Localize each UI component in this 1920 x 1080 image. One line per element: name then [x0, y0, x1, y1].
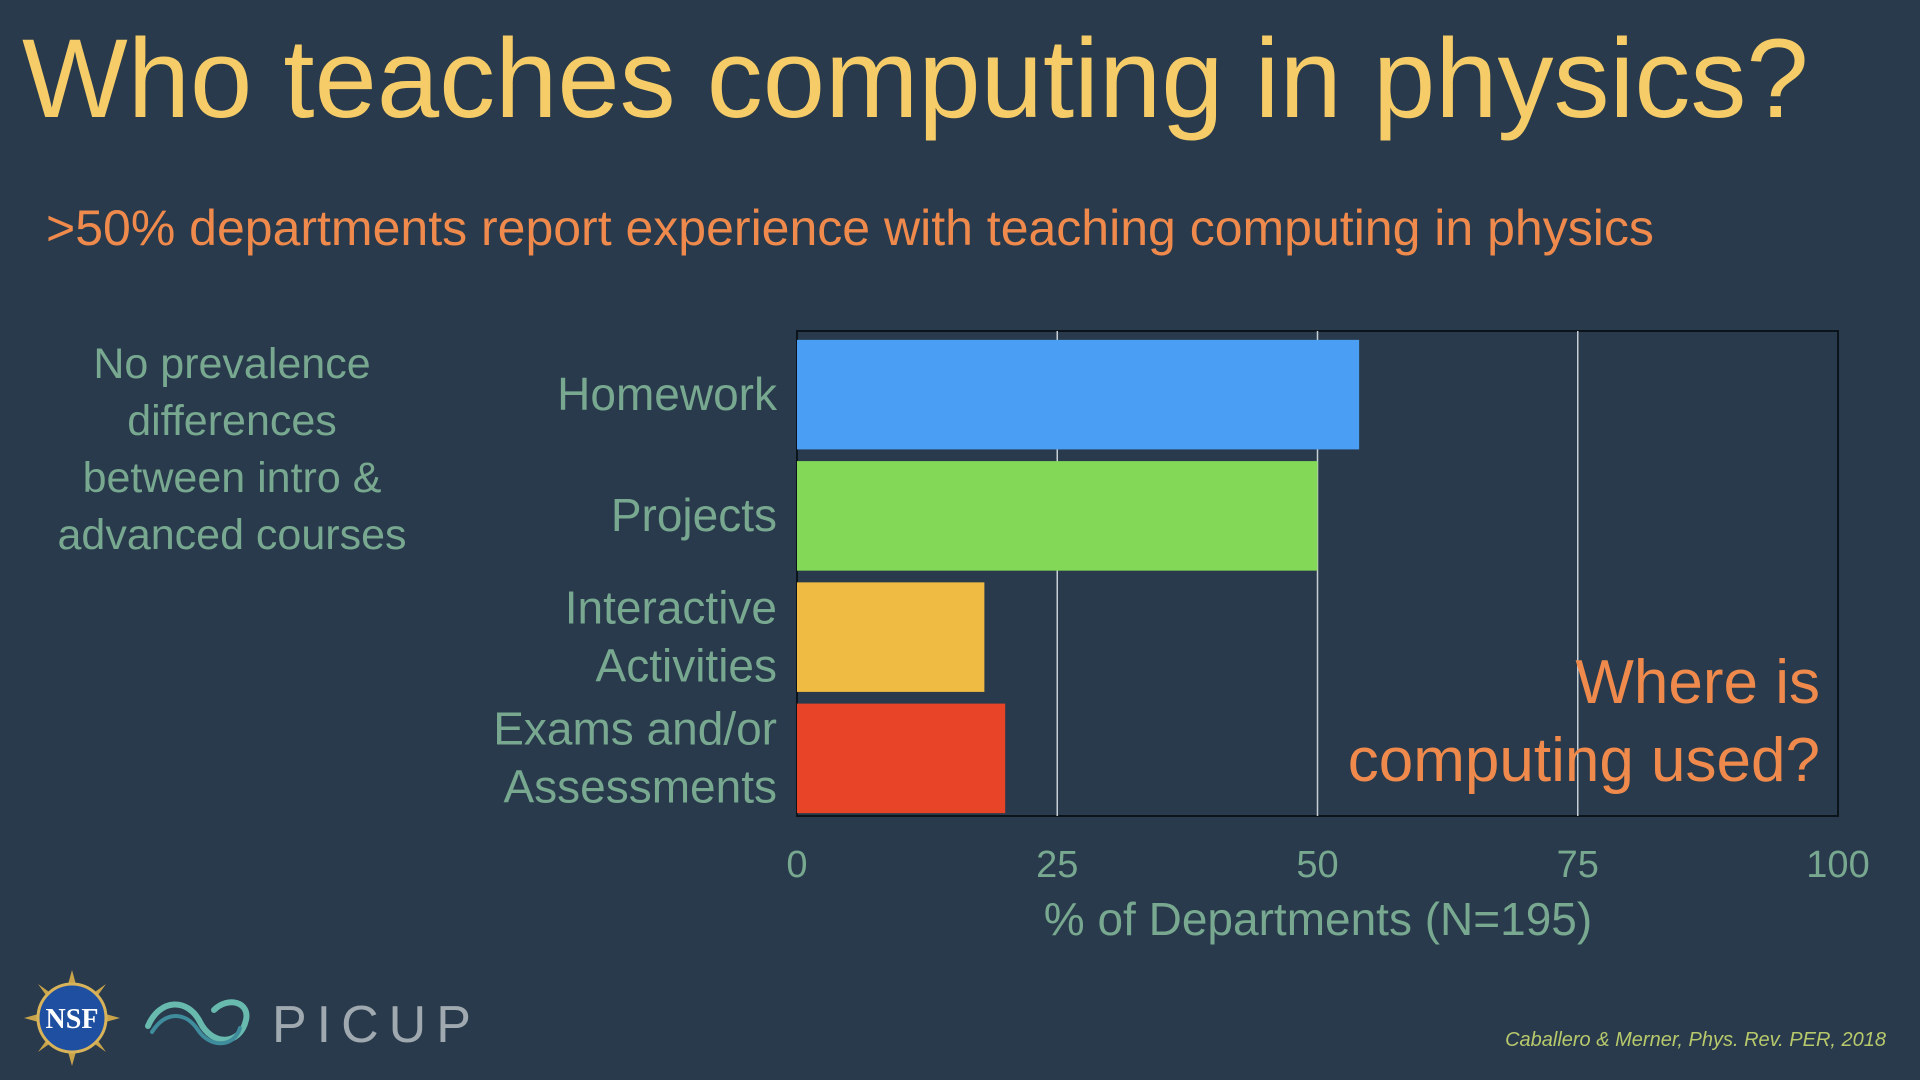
x-axis-label: % of Departments (N=195)	[1044, 893, 1592, 945]
source-citation: Caballero & Merner, Phys. Rev. PER, 2018	[1505, 1029, 1886, 1051]
bar-chart: Homework Projects Interactive Activities Exa…	[493, 330, 1870, 945]
bar	[797, 582, 985, 692]
x-tick-label: 25	[1036, 844, 1078, 886]
x-tick-label: 100	[1806, 844, 1869, 886]
x-tick-label: 0	[786, 844, 807, 886]
bar	[797, 339, 1360, 450]
bar	[797, 703, 1006, 814]
nsf-logo-text: NSF	[46, 1004, 99, 1035]
bar	[797, 461, 1318, 571]
chart-annotation: Where is	[1575, 648, 1820, 717]
x-tick-label: 50	[1296, 844, 1338, 886]
category-label: Homework	[557, 368, 778, 420]
picup-logo: PICUP	[145, 996, 481, 1054]
picup-logo-text: PICUP	[272, 996, 481, 1054]
category-label: Activities	[596, 639, 777, 691]
category-label: Exams and/or	[493, 703, 777, 755]
category-label: Projects	[611, 489, 777, 541]
chart-annotation: computing used?	[1348, 726, 1820, 795]
category-label: Assessments	[503, 761, 777, 813]
nsf-logo: NSF	[24, 970, 120, 1066]
x-tick-label: 75	[1557, 844, 1599, 886]
category-label: Interactive	[565, 581, 777, 633]
